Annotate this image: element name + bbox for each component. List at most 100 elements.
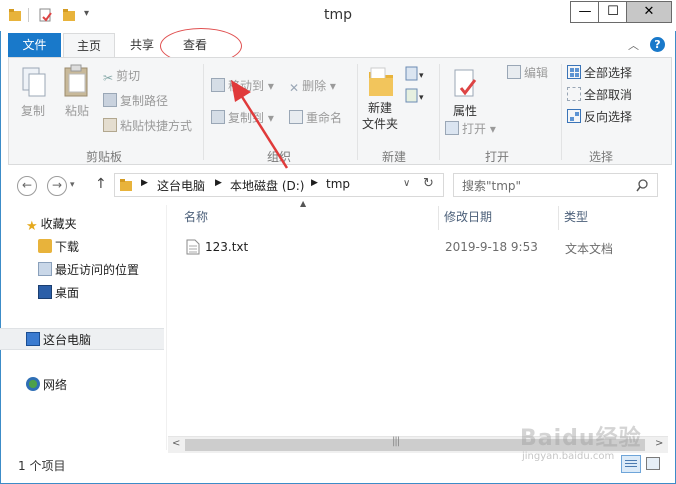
nav-favorites-label: 收藏夹 [40,217,77,231]
search-box[interactable]: 搜索"tmp" [453,173,658,197]
rename-button[interactable]: 重命名 [289,109,342,127]
cut-label: 剪切 [116,69,141,83]
svg-text:▾: ▾ [419,71,424,81]
column-header-name[interactable]: 名称 [184,206,208,228]
delete-button[interactable]: ✕ 删除 ▾ [289,77,336,95]
file-name: 123.txt [205,240,249,254]
breadcrumb-separator-icon: ▶ [141,178,148,188]
ribbon-separator [203,64,204,160]
text-file-icon [186,239,200,255]
move-to-icon [211,78,225,92]
nav-this-pc-label: 这台电脑 [43,333,92,347]
collapse-ribbon-icon[interactable]: ︿ [628,37,639,53]
new-folder-button[interactable]: 新建 文件夹 [357,100,403,132]
large-icons-view-icon[interactable] [646,457,660,470]
address-dropdown-chevron-icon[interactable]: ∨ [403,178,410,189]
file-type: 文本文档 [565,242,614,256]
svg-text:▾: ▾ [419,93,424,103]
ribbon-separator [439,64,440,160]
computer-icon [26,332,40,346]
maximize-button[interactable]: ☐ [598,1,628,23]
up-button[interactable]: ↑ [95,176,107,192]
copy-path-button[interactable]: 复制路径 [103,92,168,110]
close-button[interactable]: ✕ [626,1,672,23]
properties-large-icon [454,69,477,97]
invert-selection-label: 反向选择 [584,110,633,124]
nav-network-label: 网络 [43,378,68,392]
breadcrumb-separator-icon: ▶ [215,178,222,188]
star-icon: ★ [26,219,38,234]
network-icon [26,377,40,391]
group-open-label: 打开 [484,150,509,164]
breadcrumb-local-disk[interactable]: 本地磁盘 (D:) [230,177,304,194]
properties-button[interactable]: 属性 [443,102,487,119]
forward-button[interactable]: → [47,176,67,196]
nav-desktop[interactable]: 桌面 [38,282,202,304]
easy-access-icon[interactable]: ▾ [405,88,427,104]
group-clipboard-label: 剪贴板 [85,150,122,164]
column-header-type[interactable]: 类型 [564,206,588,228]
status-item-count: 1 个项目 [18,459,66,473]
copy-path-icon [103,93,117,107]
paste-shortcut-icon [103,118,117,132]
select-none-label: 全部取消 [584,88,633,102]
search-input[interactable]: 搜索"tmp" [462,177,521,194]
details-view-icon[interactable] [621,455,641,473]
edit-icon [507,65,521,79]
back-button[interactable]: ← [17,176,37,196]
ribbon-tabs: 文件 主页 共享 查看 ︿ ? [0,33,676,58]
title-bar: ▾ tmp — ☐ ✕ [0,0,676,31]
nav-downloads-label: 下载 [55,240,80,254]
scroll-left-arrow-icon[interactable]: < [172,438,180,449]
tab-home[interactable]: 主页 [63,33,115,58]
breadcrumb-tmp[interactable]: tmp [326,177,350,191]
paste-shortcut-button[interactable]: 粘贴快捷方式 [103,117,192,135]
scrollbar-grip-icon: ||| [392,436,400,447]
rename-label: 重命名 [306,111,343,125]
breadcrumb-separator-icon: ▶ [311,178,318,188]
select-all-button[interactable]: 全部选择 [567,64,632,82]
column-divider[interactable] [558,206,559,230]
address-bar[interactable]: ▶ 这台电脑 ▶ 本地磁盘 (D:) ▶ tmp ∨ ↻ [114,173,444,197]
open-icon [445,121,459,135]
recent-locations-chevron-icon[interactable]: ▾ [70,180,75,190]
scroll-right-arrow-icon[interactable]: > [655,438,663,449]
copy-icon [22,67,46,97]
open-button[interactable]: 打开 ▾ [445,120,496,138]
tab-file[interactable]: 文件 [8,33,61,57]
edit-button[interactable]: 编辑 [507,64,548,82]
copy-to-icon [211,110,225,124]
desktop-icon [38,285,52,299]
pane-divider [166,205,167,450]
help-icon[interactable]: ? [650,37,665,52]
group-new-label: 新建 [381,150,406,164]
watermark-url: jingyan.baidu.com [522,451,615,462]
minimize-button[interactable]: — [570,1,600,23]
paste-button[interactable]: 粘贴 [57,102,97,119]
column-header-date[interactable]: 修改日期 [444,206,492,228]
copy-button[interactable]: 复制 [13,102,53,119]
select-none-button[interactable]: 全部取消 [567,86,632,104]
recent-places-icon [38,262,52,276]
search-icon[interactable] [636,179,649,192]
watermark-brand: Baidu经验 [520,426,642,451]
invert-selection-button[interactable]: 反向选择 [567,108,632,126]
ribbon-separator [561,64,562,160]
new-item-icon[interactable]: ▾ [405,66,427,82]
file-row[interactable]: 123.txt 2019-9-18 9:53 文本文档 [176,236,666,258]
nav-this-pc[interactable]: 这台电脑 [0,328,164,350]
cut-button[interactable]: ✂ 剪切 [103,67,140,85]
column-divider[interactable] [438,206,439,230]
select-all-icon [567,65,581,79]
refresh-button[interactable]: ↻ [423,176,434,191]
downloads-folder-icon [38,239,52,253]
address-folder-icon [120,179,132,191]
nav-recent[interactable]: 最近访问的位置 [38,259,202,281]
select-all-label: 全部选择 [584,66,633,80]
tab-share[interactable]: 共享 [120,33,164,57]
new-folder-large-icon [369,67,393,96]
file-date: 2019-9-18 9:53 [445,240,538,254]
ribbon: 复制 粘贴 ✂ 剪切 复制路径 粘贴快捷方式 剪贴板 移动到 ▾ 复制到 ▾ ✕ 删… [8,57,672,165]
edit-label: 编辑 [524,66,549,80]
breadcrumb-this-pc[interactable]: 这台电脑 [157,177,205,194]
